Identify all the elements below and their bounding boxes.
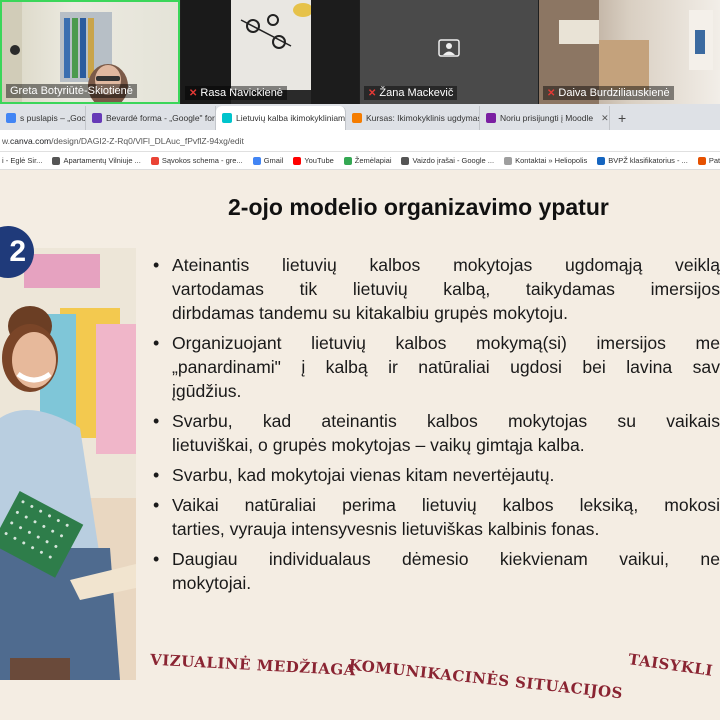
bookmarks-bar: i - Eglė Sir... Apartamentų Vilniuje ...… [0, 152, 720, 170]
globe-icon [52, 156, 61, 165]
participant-name-3: ✕ Žana Mackevič [364, 86, 458, 100]
participant-tile-4[interactable]: ✕ Daiva Burdziliauskienė [539, 0, 720, 104]
bookmark-item[interactable]: Sąvokos schema - gre... [150, 156, 243, 165]
presentation-slide: 2-ojo modelio organizavimo ypatur 2 • At… [0, 170, 720, 720]
bookmark-youtube[interactable]: YouTube [293, 156, 334, 165]
new-tab-plus-icon[interactable]: + [610, 106, 634, 130]
canva-favicon-icon [222, 113, 232, 123]
bookmark-item[interactable]: i - Eglė Sir... [2, 156, 42, 165]
mic-off-icon: ✕ [547, 87, 556, 99]
maps-pin-icon [343, 156, 352, 165]
tab-close-icon[interactable]: ✕ [601, 113, 609, 124]
youtube-icon [293, 156, 302, 165]
bookmark-item[interactable]: Vaizdo įrašai - Google ... [401, 156, 494, 165]
bookmark-item[interactable]: BVPŽ klasifikatorius - ... [597, 156, 688, 165]
bullet-item: Svarbu, kad ateinantis kalbos mokytojas … [153, 409, 720, 457]
address-bar[interactable]: w. canva.com/design/DAGI2-Z-Rq0/VlFl_DLAu… [0, 130, 720, 152]
google-icon [252, 156, 261, 165]
bookmark-item[interactable]: Patvirtinti užsakyr [697, 156, 720, 165]
participant-name-2: ✕ Rasa Navickienė [185, 86, 287, 100]
bullet-item: Daugiau individualaus dėmesio kiekvienam… [153, 547, 720, 595]
slide-title: 2-ojo modelio organizavimo ypatur [228, 194, 609, 220]
tab-google-form[interactable]: Bevardė forma - „Google" form✕ [86, 106, 216, 130]
video-participants-strip: Greta Botyriūtė-Skiotienė ✕ Rasa Navickie… [0, 0, 720, 104]
tag-communication-situations: KOMUNIKACINĖS SITUACIJOS [347, 655, 624, 703]
page-icon [697, 156, 706, 165]
moodle-login-favicon-icon [486, 113, 496, 123]
bookmark-gmail[interactable]: Gmail [252, 156, 283, 165]
participant-tile-3[interactable]: ✕ Žana Mackevič [360, 0, 538, 104]
tab-google-site[interactable]: s puslapis – „Google✕ [0, 106, 86, 130]
participant-tile-2[interactable]: ✕ Rasa Navickienė [181, 0, 359, 104]
tab-moodle-course[interactable]: Kursas: Ikimokyklinis ugdymas (✕ [346, 106, 480, 130]
tab-canva-design[interactable]: Lietuvių kalba ikimokykliniame✕ [216, 106, 346, 130]
bullet-item: Ateinantis lietuvių kalbos mokytojas ugd… [153, 253, 720, 325]
bookmark-item[interactable]: Apartamentų Vilniuje ... [52, 156, 141, 165]
bookmark-item[interactable]: Kontaktai » Heliopolis [504, 156, 587, 165]
teacher-photo [0, 248, 136, 680]
globe-icon [401, 156, 410, 165]
tag-visual-material: VIZUALINĖ MEDŽIAGA [149, 650, 357, 680]
form-favicon-icon [92, 113, 102, 123]
tab-moodle-login[interactable]: Noriu prisijungti į Moodle ✕ [480, 106, 610, 130]
tab-favicon-icon [6, 113, 16, 123]
participant-name-1: Greta Botyriūtė-Skiotienė [6, 84, 137, 98]
moodle-favicon-icon [352, 113, 362, 123]
bookmark-maps[interactable]: Žemėlapiai [343, 156, 391, 165]
bullet-list: Ateinantis lietuvių kalbos mokytojas ugd… [153, 253, 720, 601]
browser-tab-bar: s puslapis – „Google✕ Bevardė forma - „G… [0, 104, 720, 130]
tag-rules: TAISYKLI [627, 650, 714, 680]
mic-off-icon: ✕ [189, 87, 198, 99]
bullet-item: Svarbu, kad mokytojai vienas kitam never… [153, 463, 720, 487]
page-icon [597, 156, 606, 165]
bullet-item: Vaikai natūraliai perima lietuvių kalbos… [153, 493, 720, 541]
mic-off-icon: ✕ [368, 87, 377, 99]
camera-off-person-icon [438, 39, 460, 57]
gmail-icon [150, 156, 159, 165]
page-icon [504, 156, 513, 165]
bullet-item: Organizuojant lietuvių kalbos mokymą(si)… [153, 331, 720, 403]
participant-tile-1[interactable]: Greta Botyriūtė-Skiotienė [0, 0, 180, 104]
participant-name-4: ✕ Daiva Burdziliauskienė [543, 86, 674, 100]
screen: Greta Botyriūtė-Skiotienė ✕ Rasa Navickie… [0, 0, 720, 720]
teacher-illustration [0, 248, 136, 680]
